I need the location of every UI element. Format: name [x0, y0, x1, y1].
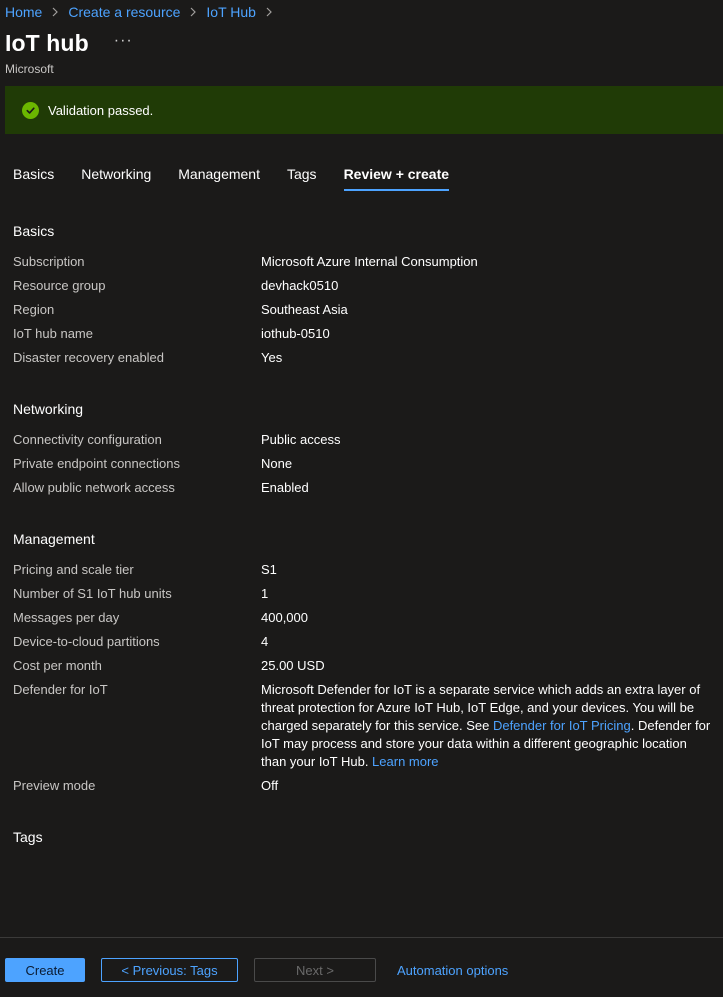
summary-row: Subscription Microsoft Azure Internal Co…: [13, 253, 713, 271]
row-label: Messages per day: [13, 610, 120, 625]
row-label: Resource group: [13, 278, 106, 293]
row-label: Cost per month: [13, 658, 102, 673]
chevron-right-icon: [265, 7, 273, 17]
chevron-right-icon: [189, 7, 197, 17]
row-label: Region: [13, 302, 55, 317]
chevron-right-icon: [51, 7, 59, 17]
row-label: Preview mode: [13, 778, 96, 793]
tab-basics[interactable]: Basics: [13, 165, 54, 191]
wizard-tabs: Basics Networking Management Tags Review…: [13, 165, 476, 193]
row-value: Enabled: [261, 480, 309, 495]
row-label: Device-to-cloud partitions: [13, 634, 160, 649]
row-label: Defender for IoT: [13, 682, 108, 697]
row-value: 25.00 USD: [261, 658, 325, 673]
section-title-tags: Tags: [13, 829, 43, 845]
summary-row: Device-to-cloud partitions 4: [13, 633, 713, 651]
row-label: Subscription: [13, 254, 85, 269]
row-label: Number of S1 IoT hub units: [13, 586, 172, 601]
footer-divider: [0, 937, 723, 938]
summary-row: Cost per month 25.00 USD: [13, 657, 713, 675]
validation-banner: Validation passed.: [5, 86, 723, 134]
automation-options-link[interactable]: Automation options: [397, 963, 508, 978]
summary-row: Messages per day 400,000: [13, 609, 713, 627]
next-button: Next >: [254, 958, 376, 982]
row-value: 4: [261, 634, 269, 649]
row-value: 400,000: [261, 610, 308, 625]
title-row: IoT hub ···: [5, 30, 133, 57]
tab-management[interactable]: Management: [178, 165, 260, 191]
summary-row-defender: Defender for IoT Microsoft Defender for …: [13, 681, 713, 771]
row-value: Microsoft Azure Internal Consumption: [261, 254, 478, 269]
row-value: Yes: [261, 350, 283, 365]
breadcrumb-home[interactable]: Home: [5, 4, 42, 20]
row-label: Disaster recovery enabled: [13, 350, 165, 365]
create-button[interactable]: Create: [5, 958, 85, 982]
section-title-networking: Networking: [13, 401, 84, 417]
summary-row: Region Southeast Asia: [13, 301, 713, 319]
previous-button[interactable]: < Previous: Tags: [101, 958, 238, 982]
row-value: Off: [261, 778, 279, 793]
summary-row: IoT hub name iothub-0510: [13, 325, 713, 343]
breadcrumb-create-resource[interactable]: Create a resource: [68, 4, 180, 20]
row-label: IoT hub name: [13, 326, 93, 341]
tab-networking[interactable]: Networking: [81, 165, 151, 191]
row-value: iothub-0510: [261, 326, 330, 341]
defender-pricing-link[interactable]: Defender for IoT Pricing: [493, 718, 631, 733]
summary-row: Connectivity configuration Public access: [13, 431, 713, 449]
row-label: Private endpoint connections: [13, 456, 180, 471]
breadcrumb-iot-hub[interactable]: IoT Hub: [206, 4, 256, 20]
summary-row: Private endpoint connections None: [13, 455, 713, 473]
row-value: None: [261, 456, 293, 471]
tab-review-create[interactable]: Review + create: [343, 165, 450, 191]
row-value: devhack0510: [261, 278, 339, 293]
section-title-basics: Basics: [13, 223, 55, 239]
tab-tags[interactable]: Tags: [287, 165, 317, 191]
summary-row: Pricing and scale tier S1: [13, 561, 713, 579]
row-label: Allow public network access: [13, 480, 175, 495]
row-value: Public access: [261, 432, 341, 447]
summary-row: Disaster recovery enabled Yes: [13, 349, 713, 367]
page-title: IoT hub: [5, 30, 89, 56]
defender-description: Microsoft Defender for IoT is a separate…: [261, 681, 711, 771]
publisher-label: Microsoft: [5, 62, 54, 76]
breadcrumb: Home Create a resource IoT Hub: [5, 3, 282, 21]
learn-more-link[interactable]: Learn more: [372, 754, 438, 769]
summary-row: Number of S1 IoT hub units 1: [13, 585, 713, 603]
row-value: 1: [261, 586, 269, 601]
row-label: Pricing and scale tier: [13, 562, 134, 577]
row-label: Connectivity configuration: [13, 432, 162, 447]
success-check-icon: [22, 101, 39, 119]
more-options-icon[interactable]: ···: [114, 32, 133, 50]
footer-actions: Create < Previous: Tags Next > Automatio…: [5, 958, 508, 982]
row-value: S1: [261, 562, 277, 577]
row-value: Southeast Asia: [261, 302, 348, 317]
summary-row: Allow public network access Enabled: [13, 479, 713, 497]
section-title-management: Management: [13, 531, 95, 547]
summary-row: Resource group devhack0510: [13, 277, 713, 295]
summary-row: Preview mode Off: [13, 777, 713, 795]
validation-message: Validation passed.: [48, 102, 154, 118]
